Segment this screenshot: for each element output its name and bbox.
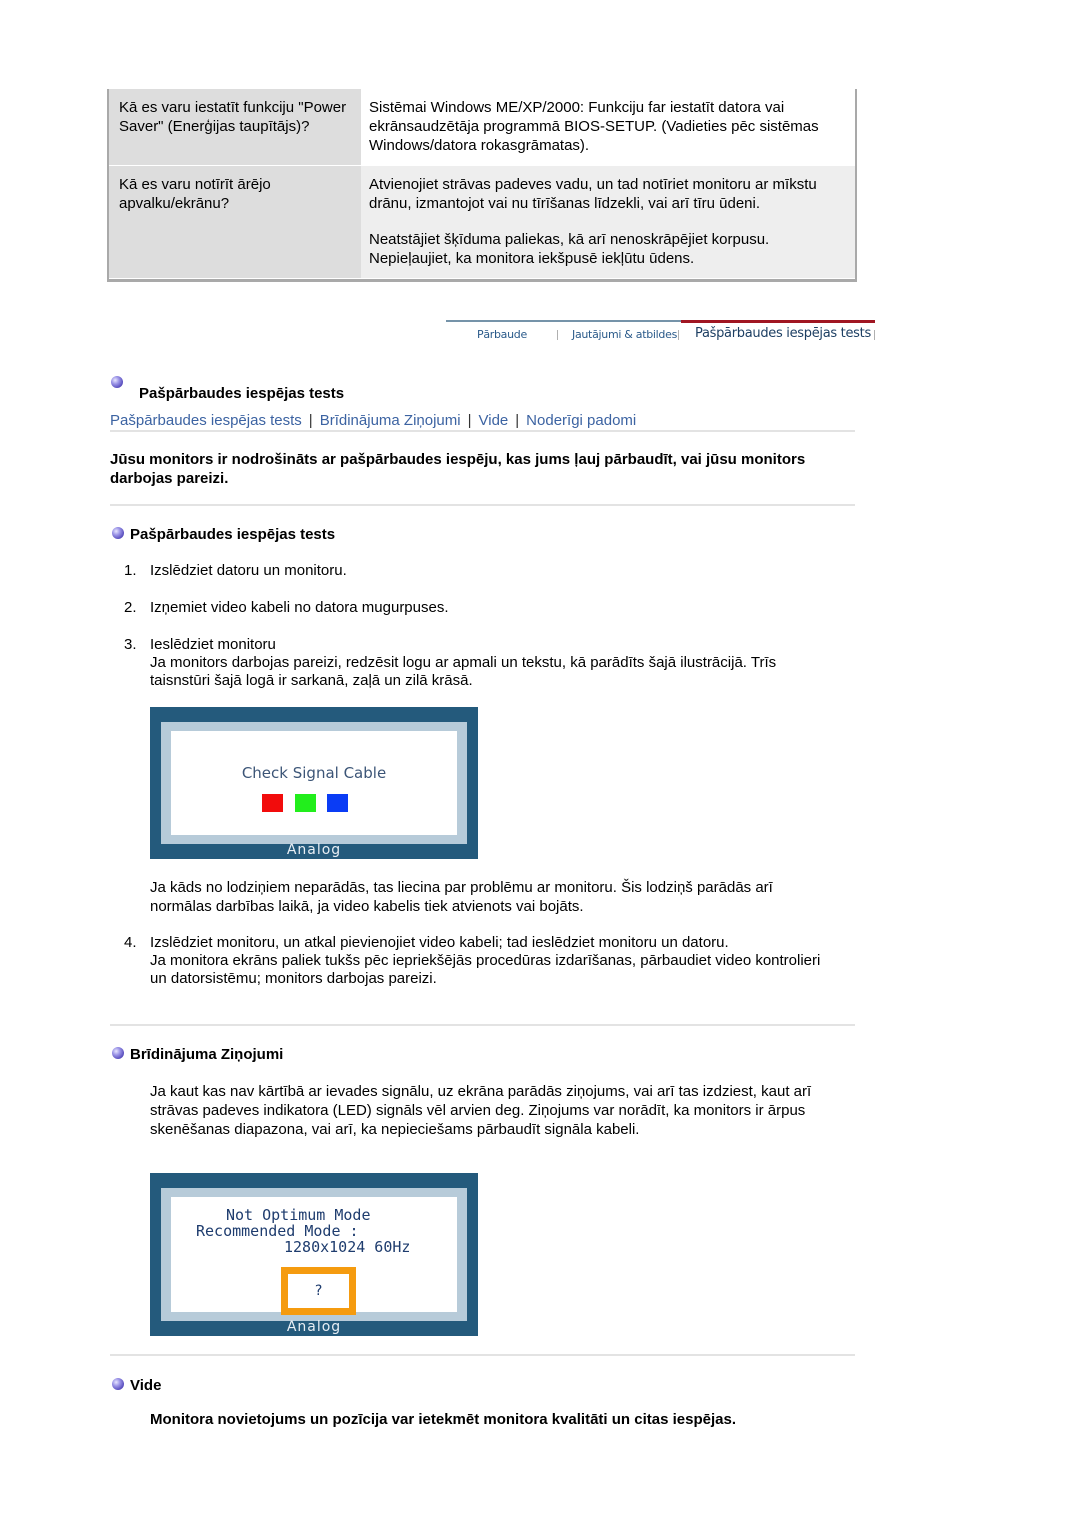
subnav-link-bridinajuma[interactable]: Brīdinājuma Ziņojumi: [320, 412, 461, 429]
section-heading-environment: Vide: [112, 1377, 161, 1394]
faq-table: Kā es varu iestatīt funkciju "Power Save…: [107, 89, 857, 282]
step-detail: Ja monitora ekrāns paliek tukšs pēc iepr…: [150, 952, 821, 987]
section-tab-bar: Pārbaude Jautājumi & atbildes Pašpārbaud…: [446, 320, 876, 346]
step-number: 1.: [124, 562, 137, 579]
section-heading-text: Pašpārbaudes iespējas tests: [130, 526, 336, 543]
step-item: 1. Izslēdziet datoru un monitoru.: [124, 562, 824, 580]
step-item: 3. Ieslēdziet monitoru Ja monitors darbo…: [124, 636, 824, 690]
not-optimum-mode-illustration: Not Optimum Mode Recommended Mode : 1280…: [150, 1173, 478, 1336]
divider: [110, 1024, 855, 1026]
step-number: 4.: [124, 934, 137, 951]
environment-text: Monitora novietojums un pozīcija var iet…: [150, 1411, 736, 1428]
osd-footer: Analog: [286, 1319, 342, 1335]
red-square: [262, 794, 283, 812]
osd-line-2: Recommended Mode :: [196, 1222, 359, 1240]
faq-row: Kā es varu notīrīt ārējo apvalku/ekrānu?…: [109, 166, 855, 279]
monitor-bezel: Not Optimum Mode Recommended Mode : 1280…: [161, 1188, 467, 1321]
bullet-icon: [112, 1378, 124, 1391]
section-heading-selftest: Pašpārbaudes iespējas tests: [112, 526, 335, 543]
osd-footer: Analog: [286, 842, 342, 858]
tab-pasparbaudes-tests[interactable]: Pašpārbaudes iespējas tests: [695, 326, 871, 341]
faq-answer: Atvienojiet strāvas padeves vadu, un tad…: [361, 166, 855, 278]
faq-row: Kā es varu iestatīt funkciju "Power Save…: [109, 89, 855, 166]
step-item: 4. Izslēdziet monitoru, un atkal pievien…: [124, 934, 824, 988]
step-text: Izņemiet video kabeli no datora mugurpus…: [150, 599, 449, 616]
subnav-separator: |: [308, 412, 313, 429]
osd-line-1: Not Optimum Mode: [226, 1206, 371, 1224]
subnav-link-pasparbaudes[interactable]: Pašpārbaudes iespējas tests: [110, 412, 302, 429]
steps-list: 4. Izslēdziet monitoru, un atkal pievien…: [124, 934, 824, 988]
subnav-link-noderigi-padomi[interactable]: Noderīgi padomi: [526, 412, 636, 429]
step-number: 3.: [124, 636, 137, 653]
intro-text: Jūsu monitors ir nodrošināts ar pašpārba…: [110, 451, 806, 487]
tab-parbaude[interactable]: Pārbaude: [477, 328, 527, 341]
tab-bar-line: [446, 320, 681, 322]
bullet-icon: [112, 1047, 124, 1060]
blue-square: [327, 794, 348, 812]
bullet-icon: [112, 527, 124, 540]
section-heading-warnings: Brīdinājuma Ziņojumi: [112, 1046, 283, 1063]
tab-separator: [874, 330, 875, 340]
faq-answer-text: Atvienojiet strāvas padeves vadu, un tad…: [369, 176, 817, 212]
active-tab-indicator: [681, 320, 875, 323]
tab-separator: [557, 330, 558, 340]
steps-list: 1. Izslēdziet datoru un monitoru. 2. Izņ…: [124, 562, 824, 690]
page-title-text: Pašpārbaudes iespējas tests: [139, 385, 345, 402]
highlight-box: ?: [281, 1267, 356, 1315]
monitor-screen: Check Signal Cable: [171, 731, 457, 835]
selftest-note: Ja kāds no lodziņiem neparādās, tas liec…: [150, 879, 773, 915]
divider: [110, 1354, 855, 1356]
step-item: 2. Izņemiet video kabeli no datora mugur…: [124, 599, 824, 617]
green-square: [295, 794, 316, 812]
osd-line-3: 1280x1024 60Hz: [284, 1238, 411, 1256]
subnav-link-vide[interactable]: Vide: [479, 412, 509, 429]
faq-answer-text: Neatstājiet šķīduma paliekas, kā arī nen…: [369, 231, 770, 267]
subnav-separator: |: [467, 412, 472, 429]
step-text: Izslēdziet datoru un monitoru.: [150, 562, 347, 579]
section-subnav: Pašpārbaudes iespējas tests | Brīdinājuma …: [110, 412, 855, 432]
monitor-screen: Not Optimum Mode Recommended Mode : 1280…: [171, 1197, 457, 1315]
osd-message: Check Signal Cable: [241, 764, 387, 782]
divider: [110, 504, 855, 506]
section-heading-text: Brīdinājuma Ziņojumi: [130, 1046, 284, 1063]
tab-separator: [678, 330, 679, 340]
faq-question: Kā es varu iestatīt funkciju "Power Save…: [109, 89, 361, 165]
step-number: 2.: [124, 599, 137, 616]
faq-answer: Sistēmai Windows ME/XP/2000: Funkciju fa…: [361, 89, 855, 165]
section-heading-text: Vide: [130, 1377, 162, 1394]
step-text: Ieslēdziet monitoru: [150, 636, 276, 653]
check-signal-illustration: Check Signal Cable Analog: [150, 707, 478, 859]
step-text: Izslēdziet monitoru, un atkal pievienoji…: [150, 934, 729, 951]
faq-question: Kā es varu notīrīt ārējo apvalku/ekrānu?: [109, 166, 361, 278]
warnings-text: Ja kaut kas nav kārtībā ar ievades signā…: [150, 1083, 812, 1138]
bullet-icon: [111, 376, 123, 388]
faq-answer-text: Sistēmai Windows ME/XP/2000: Funkciju fa…: [369, 99, 819, 154]
tab-jautajumi-atbildes[interactable]: Jautājumi & atbildes: [572, 328, 677, 341]
step-detail: Ja monitors darbojas pareizi, redzēsit l…: [150, 654, 777, 689]
monitor-bezel: Check Signal Cable: [161, 722, 467, 844]
subnav-separator: |: [515, 412, 520, 429]
